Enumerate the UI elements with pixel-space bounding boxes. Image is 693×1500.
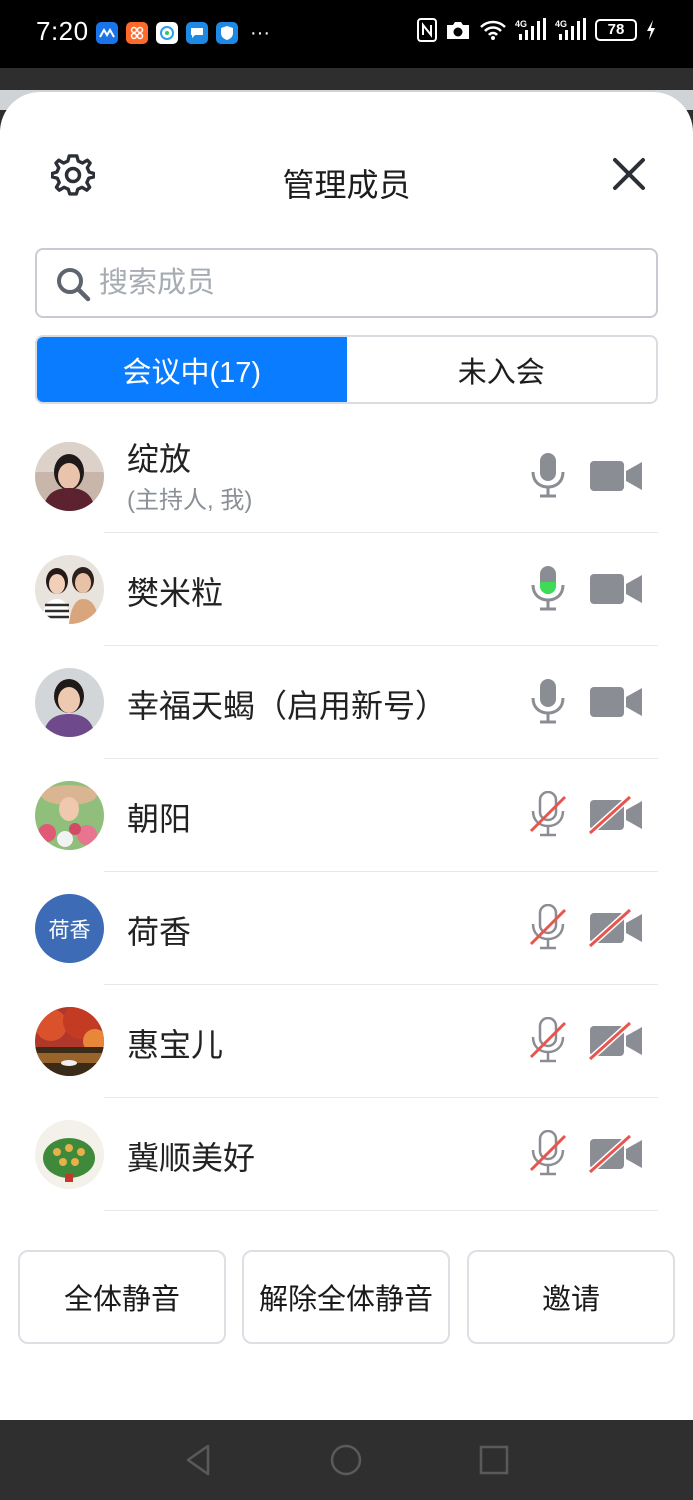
member-role: (主持人, 我) (127, 487, 253, 514)
app-icon-blue (96, 22, 118, 44)
svg-text:4G: 4G (555, 19, 567, 29)
back-icon[interactable] (180, 1440, 220, 1480)
avatar (35, 1120, 104, 1189)
member-list: 绽放 (主持人, 我) 樊米粒 幸福天蝎（启用新号） 朝阳 荷香 荷香 惠宝儿 … (0, 420, 693, 1211)
search-input[interactable] (99, 260, 639, 306)
avatar: 荷香 (35, 894, 104, 963)
mute-all-button[interactable]: 全体静音 (18, 1250, 226, 1344)
close-button[interactable] (611, 156, 647, 192)
sheet-header: 管理成员 (0, 92, 693, 242)
member-row[interactable]: 幸福天蝎（启用新号） (0, 646, 693, 759)
status-bar: 7:20 ··· 4G 4G 78 (0, 0, 693, 68)
svg-text:4G: 4G (515, 19, 527, 29)
avatar (35, 668, 104, 737)
unmute-all-button[interactable]: 解除全体静音 (242, 1250, 450, 1344)
member-row[interactable]: 朝阳 (0, 759, 693, 872)
microphone-muted-icon[interactable] (527, 1017, 569, 1063)
camera-on-icon[interactable] (588, 682, 644, 722)
camera-off-icon[interactable] (588, 1021, 644, 1061)
avatar-initials: 荷香 (48, 918, 91, 942)
charging-icon (647, 20, 655, 40)
avatar (35, 1007, 104, 1076)
microphone-muted-icon[interactable] (527, 904, 569, 950)
page-title: 管理成员 (282, 167, 411, 203)
microphone-icon[interactable] (527, 678, 569, 724)
member-name: 樊米粒 (127, 575, 224, 611)
microphone-icon[interactable] (527, 452, 569, 498)
tab-not-joined[interactable]: 未入会 (347, 337, 657, 402)
member-row[interactable]: 绽放 (主持人, 我) (0, 420, 693, 533)
camera-off-icon[interactable] (588, 795, 644, 835)
app-icon-shield (216, 22, 238, 44)
status-time: 7:20 (36, 16, 89, 46)
member-name: 朝阳 (127, 801, 192, 837)
row-divider (104, 1210, 658, 1211)
avatar (35, 555, 104, 624)
battery-icon: 78 (595, 19, 637, 41)
member-name: 冀顺美好 (127, 1140, 256, 1176)
member-name: 荷香 (127, 914, 192, 950)
member-name: 绽放 (127, 441, 192, 477)
manage-members-sheet: 管理成员 会议中(17) 未入会 (0, 92, 693, 1420)
camera-icon (447, 22, 469, 39)
member-name: 幸福天蝎（启用新号） (127, 688, 448, 724)
camera-off-icon[interactable] (588, 908, 644, 948)
microphone-muted-icon[interactable] (527, 791, 569, 837)
home-icon[interactable] (326, 1440, 366, 1480)
status-app-icons: ··· (96, 22, 270, 44)
app-icon-orange (126, 22, 148, 44)
app-icon-message (186, 22, 208, 44)
wifi-icon (480, 20, 506, 40)
status-system-icons: 4G 4G 78 (417, 18, 657, 42)
member-row[interactable]: 樊米粒 (0, 533, 693, 646)
search-box[interactable] (35, 248, 658, 318)
search-icon (57, 268, 91, 302)
member-row[interactable]: 荷香 荷香 (0, 872, 693, 985)
action-bar: 全体静音 解除全体静音 邀请 (0, 1250, 693, 1346)
member-name: 惠宝儿 (127, 1027, 224, 1063)
navigation-bar (0, 1420, 693, 1500)
camera-on-icon[interactable] (588, 456, 644, 496)
app-icon-chat (156, 22, 178, 44)
member-row[interactable]: 冀顺美好 (0, 1098, 693, 1211)
recents-icon[interactable] (474, 1440, 514, 1480)
avatar (35, 442, 104, 511)
member-tabs: 会议中(17) 未入会 (35, 335, 658, 404)
close-icon (613, 158, 645, 190)
camera-off-icon[interactable] (588, 1134, 644, 1174)
more-icon: ··· (250, 22, 270, 44)
member-row[interactable]: 惠宝儿 (0, 985, 693, 1098)
signal-4g-icon: 4G (515, 18, 546, 40)
microphone-speaking-icon[interactable] (527, 565, 569, 611)
camera-on-icon[interactable] (588, 569, 644, 609)
invite-button[interactable]: 邀请 (467, 1250, 675, 1344)
microphone-muted-icon[interactable] (527, 1130, 569, 1176)
nfc-icon (417, 18, 437, 42)
tab-in-meeting[interactable]: 会议中(17) (37, 337, 347, 402)
signal-4g-icon: 4G (555, 18, 586, 40)
avatar (35, 781, 104, 850)
